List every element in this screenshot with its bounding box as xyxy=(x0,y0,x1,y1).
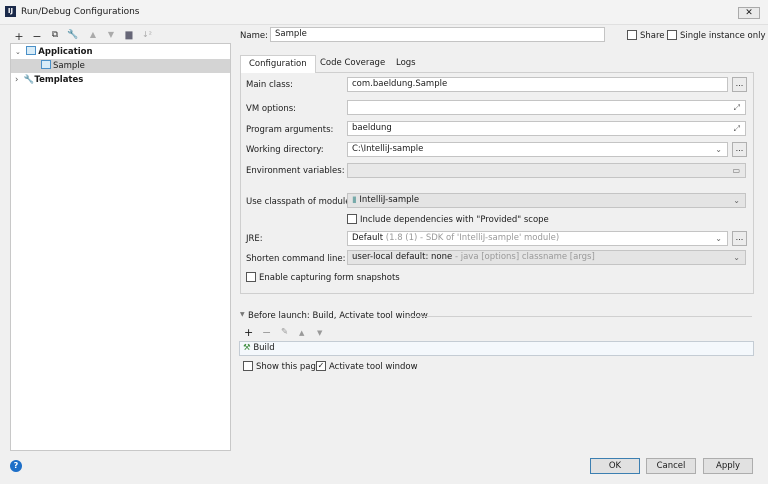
arrow-up-icon[interactable]: ▲ xyxy=(299,329,304,337)
wrench-icon: 🔧 xyxy=(23,75,35,85)
shorten-select[interactable]: user-local default: none - java [options… xyxy=(347,250,746,265)
config-tree[interactable]: ⌄ Application Sample › 🔧Templates xyxy=(10,43,231,451)
tab-logs[interactable]: Logs xyxy=(388,55,424,72)
main-class-input[interactable]: com.baeldung.Sample xyxy=(347,77,728,92)
apply-button[interactable]: Apply xyxy=(703,458,753,474)
classpath-label: Use classpath of module: xyxy=(246,197,354,207)
arrow-up-icon[interactable]: ▲ xyxy=(86,30,100,39)
application-icon xyxy=(26,46,37,55)
before-launch-list[interactable]: ⚒ Build xyxy=(239,341,754,356)
chevron-down-icon[interactable]: ⌄ xyxy=(715,143,722,156)
show-page-checkbox[interactable] xyxy=(243,361,253,371)
activate-label: Activate tool window xyxy=(329,362,418,372)
minus-icon[interactable]: − xyxy=(30,30,44,43)
close-button[interactable]: ✕ xyxy=(738,7,760,19)
chevron-down-icon: ⌄ xyxy=(733,196,740,205)
activate-checkbox[interactable]: ✓ xyxy=(316,361,326,371)
tree-item-templates[interactable]: › 🔧Templates xyxy=(11,73,230,87)
chevron-down-icon: ⌄ xyxy=(15,48,21,56)
name-input[interactable]: Sample xyxy=(270,27,605,42)
single-instance-checkbox[interactable] xyxy=(667,30,677,40)
wrench-icon[interactable]: 🔧 xyxy=(66,30,80,40)
working-dir-label: Working directory: xyxy=(246,145,324,155)
help-icon[interactable]: ? xyxy=(10,460,22,472)
module-icon: ▮ xyxy=(352,195,357,205)
window-title: Run/Debug Configurations xyxy=(21,7,140,17)
jre-select[interactable]: Default (1.8 (1) - SDK of 'IntelliJ-samp… xyxy=(347,231,728,246)
jre-browse-button[interactable]: ... xyxy=(732,231,747,246)
folder-icon[interactable]: ▭ xyxy=(732,164,740,177)
include-provided-checkbox[interactable] xyxy=(347,214,357,224)
tab-code-coverage[interactable]: Code Coverage xyxy=(312,55,393,72)
shorten-label: Shorten command line: xyxy=(246,254,346,264)
title-bar: IJ Run/Debug Configurations ✕ xyxy=(0,0,768,25)
expand-icon[interactable]: ⤢ xyxy=(734,122,740,135)
snapshots-label: Enable capturing form snapshots xyxy=(259,273,400,283)
vm-options-label: VM options: xyxy=(246,104,297,114)
vm-options-input[interactable]: ⤢ xyxy=(347,100,746,115)
working-dir-input[interactable]: C:\IntelliJ-sample ⌄ xyxy=(347,142,728,157)
app-logo: IJ xyxy=(5,6,16,17)
separator xyxy=(408,316,752,317)
sort-icon[interactable]: ↓² xyxy=(140,30,154,39)
name-label: Name: xyxy=(240,31,268,41)
snapshots-checkbox[interactable] xyxy=(246,272,256,282)
program-args-input[interactable]: baeldung ⤢ xyxy=(347,121,746,136)
cancel-button[interactable]: Cancel xyxy=(646,458,696,474)
arrow-down-icon[interactable]: ▼ xyxy=(104,30,118,39)
tab-configuration[interactable]: Configuration xyxy=(240,55,316,73)
tree-item-application[interactable]: ⌄ Application xyxy=(11,45,230,59)
program-args-label: Program arguments: xyxy=(246,125,334,135)
env-vars-input[interactable]: ▭ xyxy=(347,163,746,178)
main-class-label: Main class: xyxy=(246,80,293,90)
before-launch-title: Before launch: Build, Activate tool wind… xyxy=(248,311,428,321)
collapse-icon[interactable]: ▼ xyxy=(240,311,245,318)
hammer-icon: ⚒ xyxy=(243,343,251,353)
config-icon xyxy=(41,60,51,69)
add-task-icon[interactable]: + xyxy=(244,326,253,339)
expand-icon[interactable]: ⤢ xyxy=(734,101,740,114)
single-instance-label: Single instance only xyxy=(680,31,766,41)
plus-icon[interactable]: + xyxy=(12,30,26,43)
working-dir-browse-button[interactable]: ... xyxy=(732,142,747,157)
share-checkbox[interactable] xyxy=(627,30,637,40)
chevron-down-icon: ⌄ xyxy=(733,253,740,262)
ok-button[interactable]: OK xyxy=(590,458,640,474)
chevron-down-icon: ⌄ xyxy=(715,234,722,243)
env-vars-label: Environment variables: xyxy=(246,166,345,176)
edit-task-icon[interactable]: ✎ xyxy=(281,327,288,337)
arrow-down-icon[interactable]: ▼ xyxy=(317,329,322,337)
remove-task-icon[interactable]: − xyxy=(262,326,271,339)
copy-icon[interactable]: ⧉ xyxy=(48,30,62,40)
tree-item-sample[interactable]: Sample xyxy=(11,59,230,73)
folder-icon[interactable]: ▆ xyxy=(122,30,136,40)
chevron-right-icon: › xyxy=(15,75,19,85)
classpath-select[interactable]: ▮ IntelliJ-sample ⌄ xyxy=(347,193,746,208)
show-page-label: Show this page xyxy=(256,362,322,372)
share-label: Share xyxy=(640,31,665,41)
jre-label: JRE: xyxy=(246,234,263,244)
include-provided-label: Include dependencies with "Provided" sco… xyxy=(360,215,549,225)
main-class-browse-button[interactable]: ... xyxy=(732,77,747,92)
